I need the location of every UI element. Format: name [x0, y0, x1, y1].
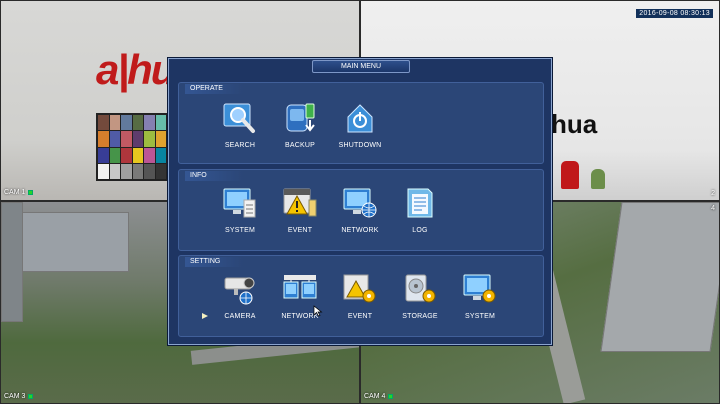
search-icon: [223, 103, 255, 133]
menu-title: MAIN MENU: [312, 60, 410, 73]
section-title: INFO: [185, 171, 243, 181]
storage-settings-button[interactable]: STORAGE: [390, 272, 450, 320]
network-settings-icon: [283, 275, 317, 299]
event-info-button[interactable]: EVENT: [270, 186, 330, 234]
storage-settings-icon: [405, 274, 436, 303]
record-indicator-icon: [388, 394, 394, 399]
event-settings-button[interactable]: EVENT: [330, 272, 390, 320]
channel-number: 4: [711, 205, 715, 212]
log-icon: [407, 188, 433, 218]
building: [600, 202, 719, 352]
shutdown-button[interactable]: SHUTDOWN: [330, 101, 390, 149]
brand-logo-sign: hua: [551, 109, 598, 139]
building: [19, 212, 129, 272]
timestamp: 2016-09-08 08:30:13: [636, 9, 713, 18]
system-info-icon: [223, 188, 256, 218]
building: [1, 202, 23, 322]
system-settings-button[interactable]: SYSTEM: [450, 272, 510, 320]
event-settings-icon: [343, 274, 376, 303]
operate-section: OPERATE SEARCH BACKUP SHUTDOWN: [178, 82, 544, 164]
figurine: [561, 161, 579, 189]
camera-label: CAM 4: [364, 393, 394, 400]
search-button[interactable]: SEARCH: [210, 101, 270, 149]
camera-label: CAM 1: [4, 189, 34, 196]
camera-label: CAM 3: [4, 393, 34, 400]
potted-plant: [591, 169, 605, 189]
color-calibration-chart: [96, 113, 168, 181]
section-title: SETTING: [185, 257, 243, 267]
main-menu-window: MAIN MENU OPERATE SEARCH BACKUP SHUTDOWN…: [168, 58, 552, 345]
system-info-button[interactable]: SYSTEM: [210, 186, 270, 234]
record-indicator-icon: [28, 190, 34, 195]
network-info-icon: [343, 188, 377, 218]
info-section: INFO SYSTEM EVENT NETWORK LOG: [178, 169, 544, 251]
section-title: OPERATE: [185, 84, 243, 94]
backup-icon: [286, 103, 315, 132]
setting-section: SETTING CAMERA NETWORK EVENT STORAGE SYS…: [178, 255, 544, 337]
system-settings-icon: [463, 274, 496, 303]
event-info-icon: [283, 188, 317, 217]
network-info-button[interactable]: NETWORK: [330, 186, 390, 234]
log-button[interactable]: LOG: [390, 186, 450, 234]
record-indicator-icon: [28, 394, 34, 399]
focus-marker-icon: [202, 313, 208, 319]
mouse-cursor-icon: [313, 305, 323, 317]
shutdown-icon: [347, 104, 373, 133]
channel-number: 2: [711, 190, 715, 197]
camera-settings-button[interactable]: CAMERA: [210, 272, 270, 320]
camera-settings-icon: [224, 277, 255, 305]
backup-button[interactable]: BACKUP: [270, 101, 330, 149]
